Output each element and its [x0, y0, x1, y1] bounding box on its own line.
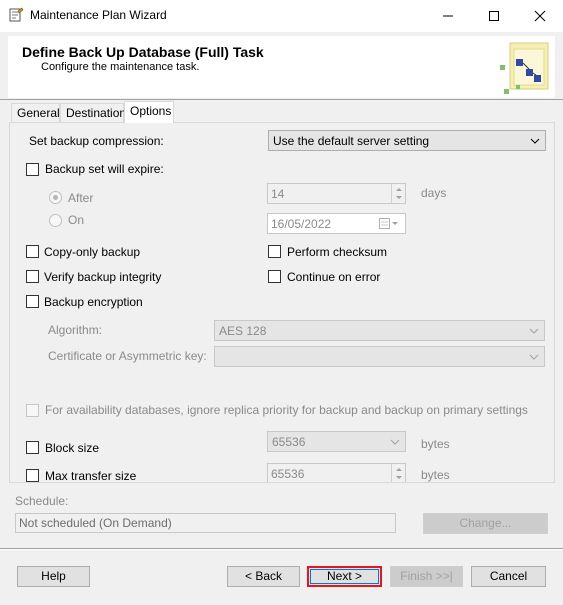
maximize-button[interactable]: [471, 0, 517, 32]
block-size-checkbox[interactable]: [26, 441, 39, 454]
algorithm-select[interactable]: AES 128: [214, 320, 545, 341]
calendar-dropdown-icon: [379, 218, 398, 229]
perform-checksum-label: Perform checksum: [287, 245, 388, 259]
finish-button[interactable]: Finish >>|: [390, 566, 463, 587]
backup-encryption-label: Backup encryption: [44, 295, 143, 309]
availability-checkbox[interactable]: [26, 404, 39, 417]
tab-general[interactable]: General: [11, 103, 60, 122]
backup-encryption-checkbox[interactable]: [26, 295, 39, 308]
footer-divider-highlight: [0, 549, 563, 550]
backup-expire-label: Backup set will expire:: [45, 162, 164, 176]
after-radio[interactable]: [49, 191, 62, 204]
tab-general-label: General: [17, 106, 60, 120]
max-transfer-checkbox[interactable]: [26, 469, 39, 482]
verify-integrity-label: Verify backup integrity: [44, 270, 162, 284]
backup-expire-checkbox[interactable]: [26, 163, 39, 176]
header-divider: [0, 99, 563, 100]
cancel-button[interactable]: Cancel: [471, 566, 546, 587]
compression-label: Set backup compression:: [29, 134, 164, 148]
compression-value: Use the default server setting: [273, 134, 430, 148]
help-button[interactable]: Help: [17, 566, 90, 587]
next-button[interactable]: Next >: [307, 566, 382, 587]
max-transfer-field[interactable]: 65536: [267, 463, 406, 482]
chevron-down-icon: [390, 439, 400, 445]
after-days-value: 14: [271, 187, 285, 201]
block-size-label: Block size: [45, 441, 100, 455]
block-size-unit: bytes: [421, 437, 450, 451]
block-size-value: 65536: [272, 435, 306, 449]
on-date-value: 16/05/2022: [271, 217, 332, 231]
on-label: On: [68, 213, 85, 227]
max-transfer-spinner[interactable]: [391, 464, 405, 482]
copy-only-checkbox[interactable]: [26, 245, 39, 258]
tab-destination-label: Destination: [66, 106, 127, 120]
algorithm-value: AES 128: [219, 324, 267, 338]
after-label: After: [68, 191, 94, 205]
max-transfer-unit: bytes: [421, 468, 450, 482]
copy-only-label: Copy-only backup: [44, 245, 141, 259]
minimize-button[interactable]: [425, 0, 471, 32]
finish-button-label: Finish >>|: [400, 569, 453, 583]
title-bar: Maintenance Plan Wizard: [0, 0, 563, 32]
page-subtitle: Configure the maintenance task.: [41, 61, 200, 73]
wizard-app-icon: [8, 7, 24, 23]
max-transfer-value: 65536: [271, 467, 305, 481]
close-button[interactable]: [517, 0, 563, 32]
window-title: Maintenance Plan Wizard: [30, 8, 167, 22]
chevron-down-icon: [529, 328, 539, 334]
page-title: Define Back Up Database (Full) Task: [22, 44, 264, 60]
certificate-label: Certificate or Asymmetric key:: [48, 349, 207, 363]
options-panel: Set backup compression: Use the default …: [9, 122, 555, 483]
schedule-field: Not scheduled (On Demand): [15, 513, 396, 533]
days-unit-label: days: [421, 186, 447, 200]
continue-on-error-label: Continue on error: [287, 270, 381, 284]
certificate-select[interactable]: [214, 346, 545, 367]
block-size-select[interactable]: 65536: [267, 431, 406, 452]
perform-checksum-checkbox[interactable]: [268, 245, 281, 258]
help-button-label: Help: [41, 569, 66, 583]
change-schedule-label: Change...: [459, 516, 512, 530]
schedule-label: Schedule:: [15, 494, 69, 508]
wizard-header: Define Back Up Database (Full) Task Conf…: [8, 36, 555, 98]
continue-on-error-checkbox[interactable]: [268, 270, 281, 283]
chevron-down-icon: [530, 138, 540, 144]
next-button-label: Next >: [326, 569, 362, 583]
tab-options-label: Options: [130, 104, 172, 118]
schedule-value: Not scheduled (On Demand): [19, 516, 172, 530]
on-radio[interactable]: [49, 214, 62, 227]
max-transfer-label: Max transfer size: [45, 469, 137, 483]
wizard-banner-icon: [496, 39, 552, 97]
availability-label: For availability databases, ignore repli…: [45, 403, 528, 417]
algorithm-label: Algorithm:: [48, 323, 103, 337]
tab-options[interactable]: Options: [124, 101, 174, 123]
spinner-arrows-icon: [396, 188, 402, 199]
back-button-label: < Back: [244, 569, 283, 583]
chevron-down-icon: [529, 354, 539, 360]
on-date-picker[interactable]: 16/05/2022: [267, 213, 406, 234]
minimize-icon: [443, 15, 453, 17]
days-spinner[interactable]: [391, 184, 405, 203]
spinner-arrows-icon: [396, 468, 402, 479]
close-icon: [534, 10, 546, 22]
back-button[interactable]: < Back: [227, 566, 300, 587]
tab-destination[interactable]: Destination: [60, 103, 127, 122]
maximize-icon: [489, 11, 499, 21]
change-schedule-button[interactable]: Change...: [423, 513, 548, 534]
verify-integrity-checkbox[interactable]: [26, 270, 39, 283]
compression-select[interactable]: Use the default server setting: [268, 130, 546, 151]
after-days-field[interactable]: 14: [267, 183, 406, 204]
cancel-button-label: Cancel: [489, 569, 528, 583]
